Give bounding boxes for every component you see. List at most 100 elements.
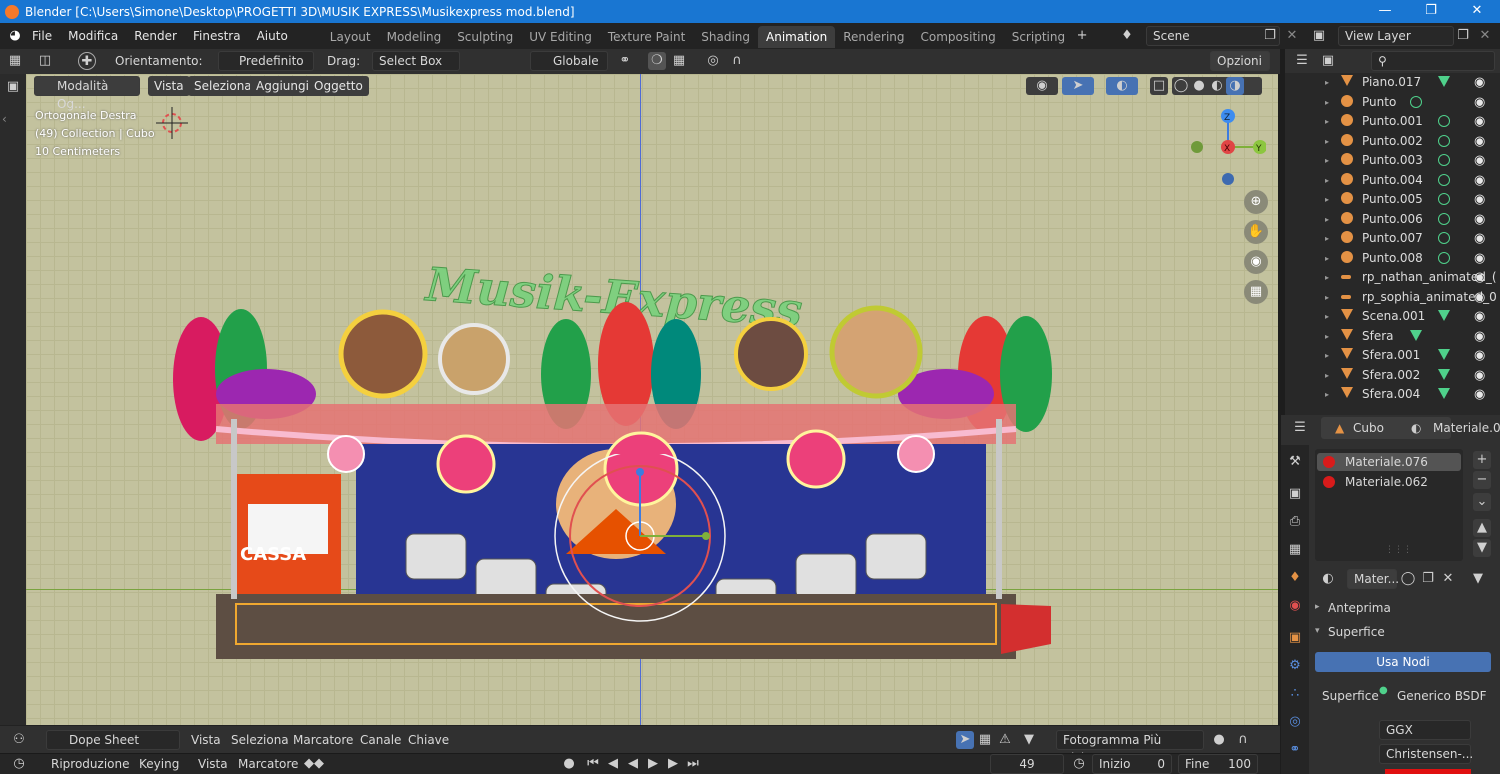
subsurface-method-dropdown[interactable]: Christensen-...	[1379, 744, 1473, 764]
visibility-eye-icon[interactable]: ◉	[1474, 307, 1485, 326]
falloff-keys-icon[interactable]: ∩	[1234, 731, 1252, 749]
outliner-row[interactable]: ▸ Punto.006 ◉	[1285, 210, 1500, 230]
view-layer-field[interactable]: View Layer	[1338, 26, 1454, 46]
fake-user-icon[interactable]: ◯	[1399, 570, 1417, 588]
outliner-row[interactable]: ▸ Sfera.004 ◉	[1285, 385, 1500, 405]
maximize-icon[interactable]: ❐	[1408, 0, 1454, 23]
unlink-material-icon[interactable]: ✕	[1439, 570, 1457, 588]
navigation-gizmo[interactable]: Z X Y	[1186, 104, 1266, 194]
expand-arrow-icon[interactable]: ▸	[1325, 327, 1329, 346]
tab-shading[interactable]: Shading	[693, 26, 758, 48]
xray-icon[interactable]: □	[1150, 77, 1168, 95]
visibility-eye-icon[interactable]: ◉	[1474, 366, 1485, 385]
mesh-data-icon[interactable]	[1410, 329, 1422, 341]
transform-pivot-icon[interactable]: ✚	[78, 52, 96, 70]
scene-field[interactable]: Scene	[1146, 26, 1280, 46]
outliner-row[interactable]: ▸ Piano.017 ◉	[1285, 73, 1500, 93]
light-data-icon[interactable]	[1438, 154, 1450, 166]
menu-modifica[interactable]: Modifica	[60, 23, 126, 49]
expand-arrow-icon[interactable]: ▸	[1325, 171, 1329, 190]
expand-arrow-icon[interactable]: ▸	[1325, 346, 1329, 365]
zoom-icon[interactable]: ⊕	[1244, 190, 1268, 214]
outliner-row[interactable]: ▸ Sfera.002 ◉	[1285, 366, 1500, 386]
outliner-row[interactable]: ▸ Punto.003 ◉	[1285, 151, 1500, 171]
mesh-data-icon[interactable]	[1438, 310, 1450, 321]
record-icon[interactable]: ●	[560, 755, 578, 773]
visibility-eye-icon[interactable]: ◉	[1474, 249, 1485, 268]
transform-gizmo[interactable]	[546, 454, 736, 624]
keying-menu[interactable]: Keying	[139, 757, 179, 771]
outliner-row[interactable]: ▸ Punto.004 ◉	[1285, 171, 1500, 191]
light-data-icon[interactable]	[1438, 212, 1450, 225]
expand-arrow-icon[interactable]: ▾	[1315, 626, 1320, 636]
material-slot-row[interactable]: Materiale.062	[1317, 473, 1461, 491]
expand-arrow-icon[interactable]: ▸	[1325, 190, 1329, 209]
only-selected-icon[interactable]: ➤	[956, 731, 974, 749]
dope-menu-marcatore[interactable]: Marcatore	[293, 733, 353, 747]
surface-section[interactable]: Superfice	[1328, 625, 1385, 639]
expand-arrow-icon[interactable]: ▸	[1325, 307, 1329, 326]
tab-modeling[interactable]: Modeling	[379, 26, 450, 48]
camera-view-icon[interactable]: ◉	[1244, 250, 1268, 274]
collapse-left-icon[interactable]: ‹	[2, 112, 7, 126]
snap-toggle-icon[interactable]: ❍	[648, 52, 666, 70]
render-tab-icon[interactable]: ▣	[1286, 485, 1304, 503]
tab-animation[interactable]: Animation	[758, 26, 836, 48]
transform-orientation-dropdown[interactable]: Globale	[530, 51, 608, 71]
timeline-view-menu[interactable]: Vista	[198, 757, 228, 771]
light-data-icon[interactable]	[1438, 193, 1450, 205]
editor-type-icon[interactable]: ▦	[6, 52, 24, 70]
proportional-keys-icon[interactable]: ●	[1210, 731, 1228, 749]
new-view-layer-icon[interactable]: ❐	[1454, 27, 1472, 45]
visibility-eye-icon[interactable]: ◉	[1474, 73, 1485, 92]
remove-slot-icon[interactable]: −	[1473, 471, 1491, 489]
expand-arrow-icon[interactable]: ▸	[1325, 268, 1329, 287]
proportional-edit-icon[interactable]: ◎	[704, 52, 722, 70]
only-errors-icon[interactable]: ⚠	[996, 731, 1014, 749]
clock-icon[interactable]: ◷	[1070, 755, 1088, 773]
menu-vista[interactable]: Vista	[148, 76, 190, 96]
tab-layout[interactable]: Layout	[322, 26, 379, 48]
playback-menu[interactable]: Riproduzione	[51, 757, 130, 771]
distribution-dropdown[interactable]: GGX	[1379, 720, 1471, 740]
visibility-eye-icon[interactable]: ◉	[1474, 151, 1485, 170]
pan-hand-icon[interactable]: ✋	[1244, 220, 1268, 244]
3d-cursor[interactable]	[156, 107, 192, 143]
scene-icon[interactable]: ♦	[1118, 27, 1136, 45]
solid-shading-icon[interactable]: ●	[1190, 77, 1208, 95]
menu-aggiungi[interactable]: Aggiungi	[250, 76, 315, 96]
expand-arrow-icon[interactable]: ▸	[1325, 132, 1329, 151]
menu-seleziona[interactable]: Seleziona	[188, 76, 258, 96]
toolbar-toggle-icon[interactable]: ▣	[4, 78, 22, 96]
outliner-editor-icon[interactable]: ☰	[1293, 52, 1311, 70]
mesh-data-icon[interactable]	[1438, 349, 1450, 360]
visibility-eye-icon[interactable]: ◉	[1474, 288, 1485, 307]
duplicate-material-icon[interactable]: ❐	[1419, 570, 1437, 588]
timeline-marker-menu[interactable]: Marcatore	[238, 757, 298, 771]
overlay-toggle-icon[interactable]: ◐	[1106, 77, 1138, 95]
mesh-data-icon[interactable]	[1438, 368, 1450, 380]
options-dropdown[interactable]: Opzioni	[1210, 51, 1270, 71]
delete-view-layer-icon[interactable]: ✕	[1476, 27, 1494, 45]
play-reverse-icon[interactable]: ◀	[624, 755, 642, 773]
outliner-row[interactable]: ▸ Punto.007 ◉	[1285, 229, 1500, 249]
modifier-tab-icon[interactable]: ⚙	[1286, 657, 1304, 675]
menu-render[interactable]: Render	[126, 23, 185, 49]
menu-file[interactable]: File	[24, 23, 60, 49]
visibility-eye-icon[interactable]: ◉	[1474, 327, 1485, 346]
menu-aiuto[interactable]: Aiuto	[249, 23, 296, 49]
visibility-eye-icon[interactable]: ◉	[1474, 268, 1485, 287]
add-workspace-icon[interactable]: +	[1073, 27, 1091, 45]
physics-tab-icon[interactable]: ◎	[1286, 713, 1304, 731]
dope-menu-chiave[interactable]: Chiave	[408, 733, 449, 747]
mode-dropdown[interactable]: Modalità Og...	[34, 76, 140, 111]
mesh-data-icon[interactable]	[1438, 388, 1450, 399]
light-data-icon[interactable]	[1410, 95, 1422, 108]
dope-sheet-mode-dropdown[interactable]: Dope Sheet	[46, 730, 180, 750]
view-layer-tab-icon[interactable]: ▦	[1286, 541, 1304, 559]
dope-editor-type-icon[interactable]: ⚇	[10, 731, 28, 749]
falloff-icon[interactable]: ∩	[728, 52, 746, 70]
tab-texture-paint[interactable]: Texture Paint	[600, 26, 693, 48]
outliner-row[interactable]: ▸ Punto.005 ◉	[1285, 190, 1500, 210]
ortho-toggle-icon[interactable]: ▦	[1244, 280, 1268, 304]
